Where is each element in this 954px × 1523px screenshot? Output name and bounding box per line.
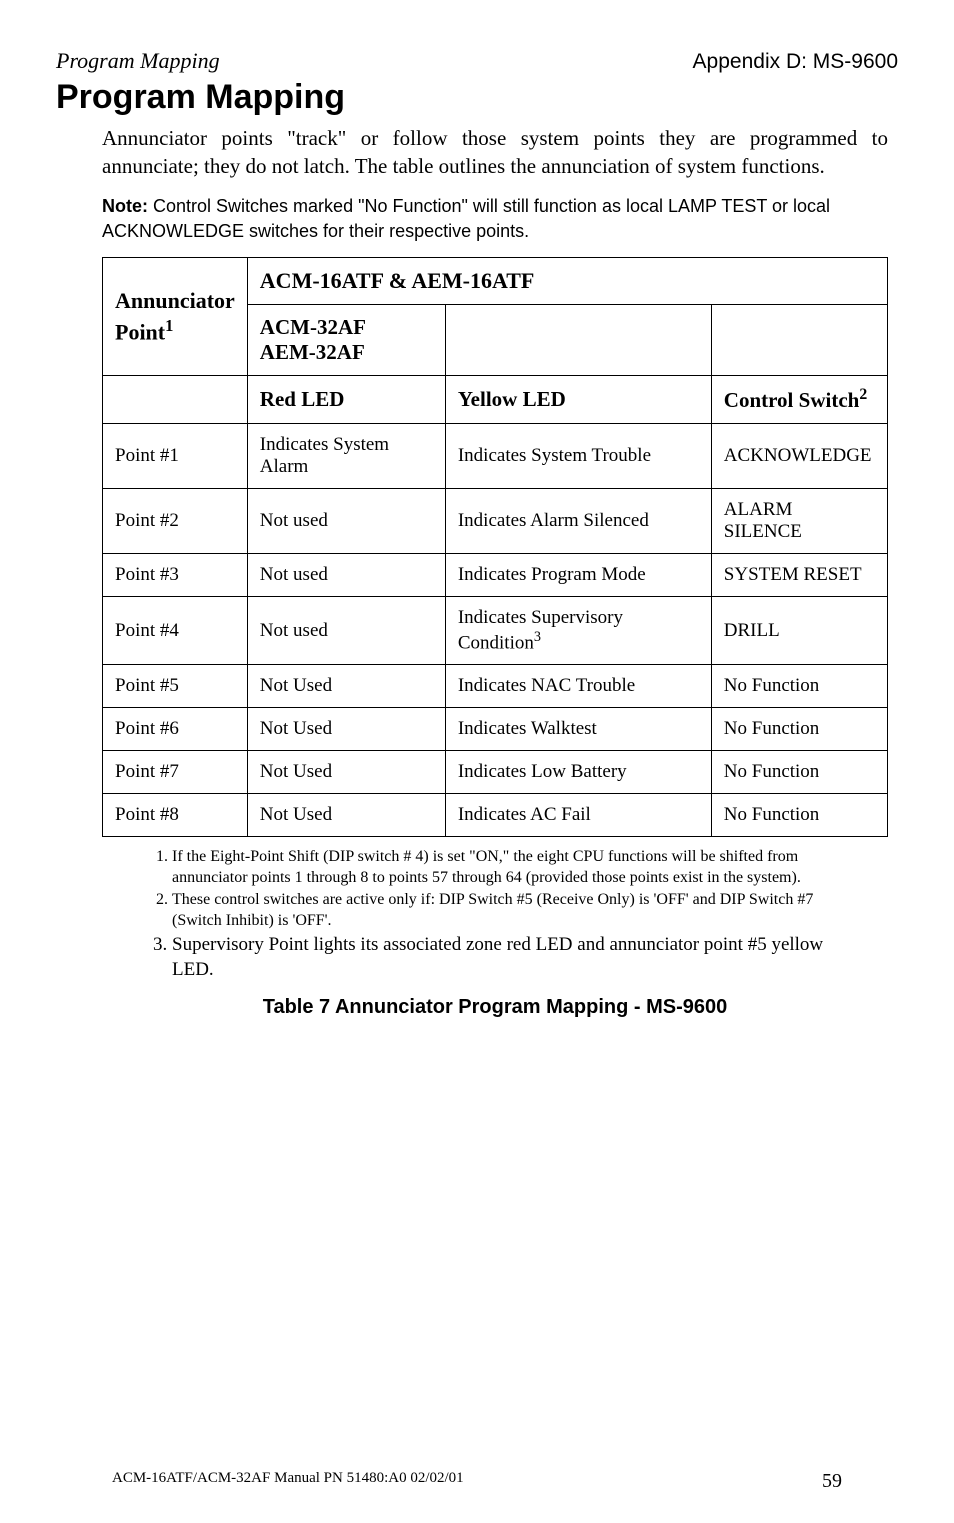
cell-yellowled-sup: 3 xyxy=(534,629,541,645)
section-heading: Program Mapping xyxy=(56,78,898,117)
mid-line1: ACM-32AF xyxy=(260,315,366,339)
cell-control: No Function xyxy=(711,794,887,837)
table-row: Point #3 Not used Indicates Program Mode… xyxy=(103,554,888,597)
cell-redled: Not used xyxy=(247,597,445,665)
note-text: Control Switches marked "No Function" wi… xyxy=(102,196,830,240)
intro-paragraph: Annunciator points "track" or follow tho… xyxy=(102,125,888,180)
cell-redled: Not Used xyxy=(247,665,445,708)
table-row: Point #2 Not used Indicates Alarm Silenc… xyxy=(103,489,888,554)
footnote-3: Supervisory Point lights its associated … xyxy=(172,933,858,982)
cell-redled: Not used xyxy=(247,489,445,554)
table-row: Point #6 Not Used Indicates Walktest No … xyxy=(103,708,888,751)
cell-point: Point #6 xyxy=(103,708,248,751)
footnote-2: These control switches are active only i… xyxy=(172,890,858,931)
ann-header-line2: Point xyxy=(115,320,165,345)
sub-header-redled: Red LED xyxy=(247,376,445,424)
cell-control: No Function xyxy=(711,708,887,751)
table-row: Point #4 Not used Indicates Supervisory … xyxy=(103,597,888,665)
cell-redled: Not Used xyxy=(247,708,445,751)
table-row: Point #5 Not Used Indicates NAC Trouble … xyxy=(103,665,888,708)
cell-point: Point #7 xyxy=(103,751,248,794)
page-header: Program Mapping Appendix D: MS-9600 xyxy=(56,48,898,74)
note-label: Note: xyxy=(102,196,148,216)
cell-point: Point #5 xyxy=(103,665,248,708)
footnotes-list: If the Eight-Point Shift (DIP switch # 4… xyxy=(152,847,858,982)
sub-ctrl-text: Control Switch xyxy=(724,388,860,412)
cell-yellowled: Indicates System Trouble xyxy=(445,424,711,489)
cell-point: Point #1 xyxy=(103,424,248,489)
sub-header-blank xyxy=(103,376,248,424)
cell-control: SYSTEM RESET xyxy=(711,554,887,597)
ann-header-line1: Annunciator xyxy=(115,288,235,313)
note-paragraph: Note: Control Switches marked "No Functi… xyxy=(102,194,888,243)
cell-redled: Not Used xyxy=(247,794,445,837)
ann-header-sup: 1 xyxy=(165,316,173,335)
cell-point: Point #8 xyxy=(103,794,248,837)
sub-ctrl-sup: 2 xyxy=(859,386,867,403)
mid-line2: AEM-32AF xyxy=(260,340,365,364)
cell-control: ALARM SILENCE xyxy=(711,489,887,554)
cell-yellowled: Indicates Alarm Silenced xyxy=(445,489,711,554)
cell-control: ACKNOWLEDGE xyxy=(711,424,887,489)
cell-redled: Not Used xyxy=(247,751,445,794)
cell-point: Point #3 xyxy=(103,554,248,597)
cell-control: No Function xyxy=(711,751,887,794)
table-row: Point #8 Not Used Indicates AC Fail No F… xyxy=(103,794,888,837)
cell-yellowled: Indicates NAC Trouble xyxy=(445,665,711,708)
footnote-2-text: These control switches are active only i… xyxy=(172,891,813,928)
header-right: Appendix D: MS-9600 xyxy=(693,50,898,74)
col-annunciator-header: Annunciator Point1 xyxy=(103,258,248,376)
footnote-1: If the Eight-Point Shift (DIP switch # 4… xyxy=(172,847,858,888)
table-row: Point #1 Indicates System Alarm Indicate… xyxy=(103,424,888,489)
cell-yellowled: Indicates Low Battery xyxy=(445,751,711,794)
footer-left: ACM-16ATF/ACM-32AF Manual PN 51480:A0 02… xyxy=(112,1470,464,1493)
table-caption: Table 7 Annunciator Program Mapping - MS… xyxy=(102,996,888,1019)
table-row: Point #7 Not Used Indicates Low Battery … xyxy=(103,751,888,794)
cell-redled: Not used xyxy=(247,554,445,597)
cell-point: Point #4 xyxy=(103,597,248,665)
cell-yellowled: Indicates AC Fail xyxy=(445,794,711,837)
mid-header-blank2 xyxy=(711,305,887,376)
mid-header-acm: ACM-32AF AEM-32AF xyxy=(247,305,445,376)
cell-yellowled: Indicates Program Mode xyxy=(445,554,711,597)
cell-redled: Indicates System Alarm xyxy=(247,424,445,489)
page-footer: ACM-16ATF/ACM-32AF Manual PN 51480:A0 02… xyxy=(112,1470,842,1493)
header-left: Program Mapping xyxy=(56,48,220,74)
cell-control: No Function xyxy=(711,665,887,708)
cell-control: DRILL xyxy=(711,597,887,665)
sub-header-control-switch: Control Switch2 xyxy=(711,376,887,424)
mid-header-blank1 xyxy=(445,305,711,376)
cell-yellowled: Indicates Supervisory Condition3 xyxy=(445,597,711,665)
mapping-table: Annunciator Point1 ACM-16ATF & AEM-16ATF… xyxy=(102,257,888,837)
footer-page-number: 59 xyxy=(822,1470,842,1493)
sub-header-yellowled: Yellow LED xyxy=(445,376,711,424)
cell-point: Point #2 xyxy=(103,489,248,554)
top-merged-header: ACM-16ATF & AEM-16ATF xyxy=(247,258,887,305)
cell-yellowled: Indicates Walktest xyxy=(445,708,711,751)
